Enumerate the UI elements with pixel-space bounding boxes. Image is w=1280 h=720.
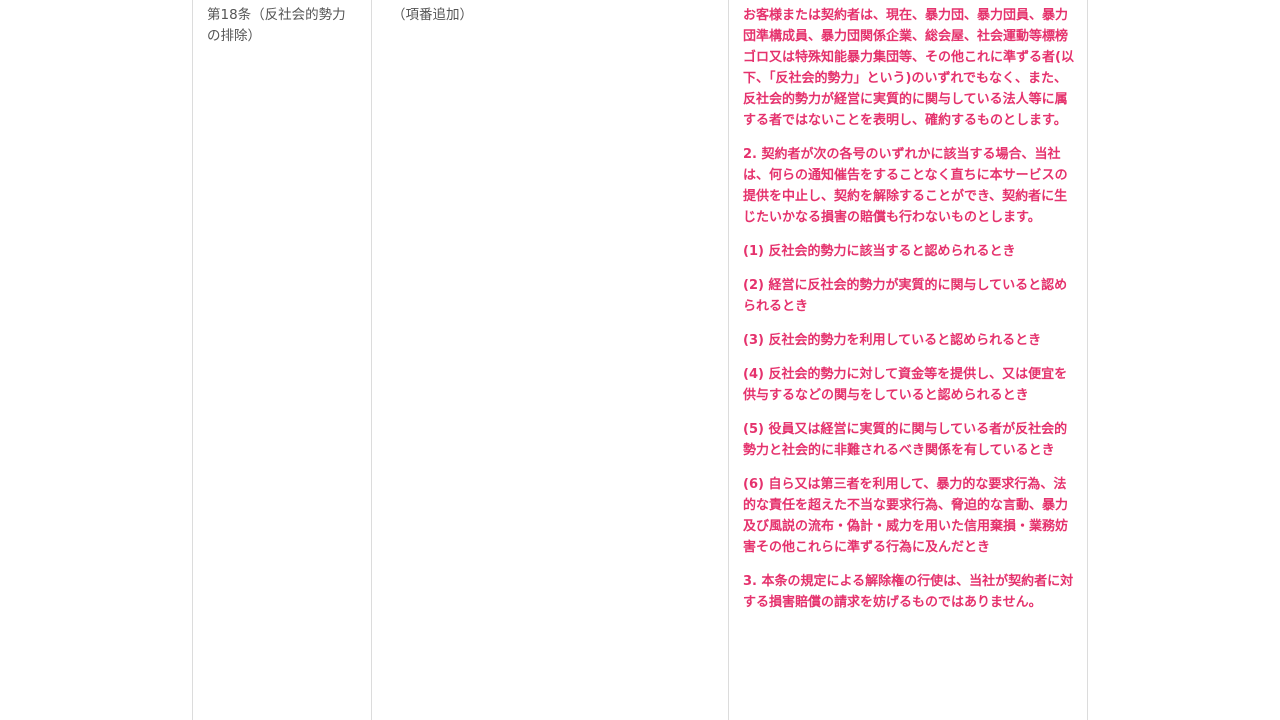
new-paragraph: (2) 経営に反社会的勢力が実質的に関与していると認められるとき: [743, 278, 1068, 314]
new-text-cell: お客様または契約者は、現在、暴力団、暴力団員、暴力団準構成員、暴力団関係企業、総…: [729, 0, 1088, 720]
new-paragraph: (3) 反社会的勢力を利用していると認められるとき: [743, 333, 1042, 348]
new-paragraph: 2. 契約者が次の各号のいずれかに該当する場合、当社は、何らの通知催告をすること…: [743, 147, 1068, 225]
old-text-cell: （項番追加）: [372, 0, 729, 720]
new-paragraph: (1) 反社会的勢力に該当すると認められるとき: [743, 244, 1016, 259]
new-paragraph: 3. 本条の規定による解除権の行使は、当社が契約者に対する損害賠償の請求を妨げる…: [743, 574, 1074, 610]
new-paragraph: お客様または契約者は、現在、暴力団、暴力団員、暴力団準構成員、暴力団関係企業、総…: [743, 8, 1074, 128]
old-text: （項番追加）: [392, 7, 473, 23]
new-paragraph: (4) 反社会的勢力に対して資金等を提供し、又は便宜を供与するなどの関与をしてい…: [743, 367, 1068, 403]
article-title: 第18条（反社会的勢力の排除）: [207, 7, 346, 44]
new-paragraph: (6) 自ら又は第三者を利用して、暴力的な要求行為、法的な責任を超えた不当な要求…: [743, 477, 1069, 555]
comparison-table-row: 第18条（反社会的勢力の排除） （項番追加） お客様または契約者は、現在、暴力団…: [192, 0, 1088, 720]
article-cell: 第18条（反社会的勢力の排除）: [193, 0, 372, 720]
new-paragraph: (5) 役員又は経営に実質的に関与している者が反社会的勢力と社会的に非難されるべ…: [743, 422, 1068, 458]
